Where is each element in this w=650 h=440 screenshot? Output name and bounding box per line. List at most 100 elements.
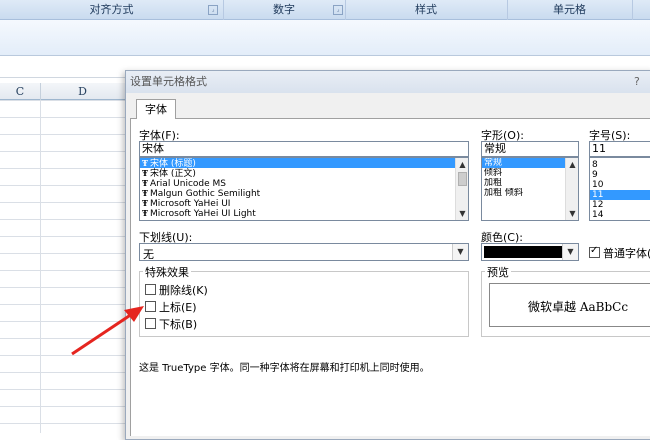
ribbon-group-bar: 对齐方式 ⌟ 数字 ⌟ 样式 单元格 <box>0 0 650 20</box>
truetype-note: 这是 TrueType 字体。同一种字体将在屏幕和打印机上同时使用。 <box>139 363 430 374</box>
grid-row-line <box>0 372 125 373</box>
font-list[interactable]: Ŧ 宋体 (标题) Ŧ 宋体 (正文) Ŧ Arial Unicode MS Ŧ Malgun… <box>139 157 469 221</box>
ribbon-band <box>0 20 650 56</box>
list-item[interactable]: 加粗 <box>482 178 578 188</box>
list-item-label: Microsoft YaHei UI <box>149 199 231 208</box>
ribbon-group-styles: 样式 <box>345 0 508 20</box>
normal-font-label: 普通字体( <box>603 247 650 260</box>
format-cells-dialog: 设置单元格格式 ? 字体(F): 宋体 Ŧ 宋体 (标题) Ŧ 宋体 (正文) Ŧ Ari… <box>125 70 650 440</box>
alignment-dialog-launcher-icon[interactable]: ⌟ <box>208 5 218 15</box>
list-item-label: 14 <box>592 210 604 220</box>
list-item[interactable]: 14 <box>590 210 650 220</box>
scroll-down-icon[interactable]: ▼ <box>457 208 468 219</box>
scroll-thumb[interactable] <box>458 172 467 186</box>
grid-row-line <box>0 287 125 288</box>
list-item-label: 常规 <box>484 158 503 168</box>
annotation-arrow-icon <box>71 306 144 356</box>
list-item-label: 10 <box>592 180 604 190</box>
list-item-label: 宋体 (正文) <box>149 169 196 178</box>
underline-select[interactable]: 无 ▼ <box>139 243 469 261</box>
list-item[interactable]: 9 <box>590 170 650 180</box>
grid-row-line <box>0 134 125 135</box>
grid-row-line <box>0 253 125 254</box>
effect-label: 下标(B) <box>159 318 198 331</box>
truetype-icon: Ŧ <box>142 188 148 198</box>
list-item[interactable]: 12 <box>590 200 650 210</box>
grid-row-line <box>0 202 125 203</box>
number-dialog-launcher-icon[interactable]: ⌟ <box>333 5 343 15</box>
scroll-up-icon[interactable]: ▲ <box>457 159 468 170</box>
list-item-label: 8 <box>592 160 598 170</box>
list-item-label: Microsoft YaHei UI Light <box>149 209 256 218</box>
ribbon-group-alignment: 对齐方式 ⌟ <box>0 0 224 20</box>
ribbon-group-cells: 单元格 <box>507 0 633 20</box>
effects-title: 特殊效果 <box>143 264 191 280</box>
list-item[interactable]: Ŧ 宋体 (标题) <box>140 158 468 168</box>
font-size-list[interactable]: 8 9 10 11 12 14 <box>589 157 650 221</box>
list-item-label: 加粗 倾斜 <box>484 188 523 198</box>
grid-row-line <box>0 219 125 220</box>
grid-row-line <box>0 100 125 101</box>
column-header-d[interactable]: D <box>40 83 126 100</box>
column-header-c[interactable]: C <box>0 83 41 100</box>
truetype-icon: Ŧ <box>142 208 148 218</box>
ribbon-group-number: 数字 ⌟ <box>223 0 346 20</box>
list-item[interactable]: Ŧ Arial Unicode MS <box>140 178 468 188</box>
truetype-icon: Ŧ <box>142 178 148 188</box>
scroll-down-icon[interactable]: ▼ <box>567 208 578 219</box>
preview-title: 预览 <box>485 264 511 280</box>
preview-text: 微软卓越 AaBbCc <box>528 300 629 314</box>
effect-label: 删除线(K) <box>159 284 208 297</box>
grid-row-line <box>0 423 125 424</box>
font-style-input[interactable]: 常规 <box>481 141 579 157</box>
font-size-input[interactable]: 11 <box>589 141 650 157</box>
ribbon-group-number-label: 数字 <box>273 3 295 16</box>
list-item-label: 宋体 (标题) <box>149 159 196 168</box>
font-list-scrollbar[interactable]: ▲ ▼ <box>455 158 468 220</box>
dialog-title: 设置单元格格式 <box>126 71 650 93</box>
ribbon-group-cells-label: 单元格 <box>553 3 586 16</box>
scroll-up-icon[interactable]: ▲ <box>567 159 578 170</box>
list-item[interactable]: 倾斜 <box>482 168 578 178</box>
list-item[interactable]: Ŧ Microsoft YaHei UI Light <box>140 208 468 218</box>
list-item[interactable]: Ŧ 宋体 (正文) <box>140 168 468 178</box>
font-tab-panel: 字体(F): 宋体 Ŧ 宋体 (标题) Ŧ 宋体 (正文) Ŧ Arial Unicode… <box>130 118 650 436</box>
grid-row-line <box>0 117 125 118</box>
font-style-list[interactable]: 常规 倾斜 加粗 加粗 倾斜 ▲ ▼ <box>481 157 579 221</box>
effect-label: 上标(E) <box>159 301 197 314</box>
truetype-icon: Ŧ <box>142 198 148 208</box>
color-select[interactable]: ▼ <box>481 243 579 261</box>
column-header-row: C D <box>0 83 126 100</box>
grid-column-line <box>40 100 41 433</box>
list-item-label: Malgun Gothic Semilight <box>149 189 261 198</box>
grid-row-line <box>0 406 125 407</box>
list-item[interactable]: Ŧ Malgun Gothic Semilight <box>140 188 468 198</box>
list-item-label: 11 <box>592 190 604 200</box>
list-item[interactable]: 8 <box>590 160 650 170</box>
grid-row-line <box>0 236 125 237</box>
list-item[interactable]: 10 <box>590 180 650 190</box>
chevron-down-icon[interactable]: ▼ <box>562 244 578 260</box>
list-item-label: 9 <box>592 170 598 180</box>
grid-row-line <box>0 168 125 169</box>
help-button[interactable]: ? <box>634 75 640 88</box>
truetype-icon: Ŧ <box>142 158 148 168</box>
list-item[interactable]: 常规 <box>482 158 578 168</box>
normal-font-checkbox[interactable] <box>589 245 600 258</box>
list-item[interactable]: 加粗 倾斜 <box>482 188 578 198</box>
list-item[interactable]: Ŧ Microsoft YaHei UI <box>140 198 468 208</box>
chevron-down-icon[interactable]: ▼ <box>452 244 468 260</box>
color-swatch <box>484 246 562 258</box>
grid-row-line <box>0 389 125 390</box>
tab-font[interactable]: 字体 <box>136 99 176 119</box>
font-name-input[interactable]: 宋体 <box>139 141 469 157</box>
style-list-scrollbar[interactable]: ▲ ▼ <box>565 158 578 220</box>
list-item-label: 12 <box>592 200 604 210</box>
list-item-label: 倾斜 <box>484 168 503 178</box>
list-item-label: 加粗 <box>484 178 503 188</box>
grid-row-line <box>0 185 125 186</box>
list-item[interactable]: 11 <box>590 190 650 200</box>
ribbon-group-alignment-label: 对齐方式 <box>89 3 134 16</box>
grid-row-line <box>0 270 125 271</box>
preview-box: 微软卓越 AaBbCc <box>489 283 650 327</box>
